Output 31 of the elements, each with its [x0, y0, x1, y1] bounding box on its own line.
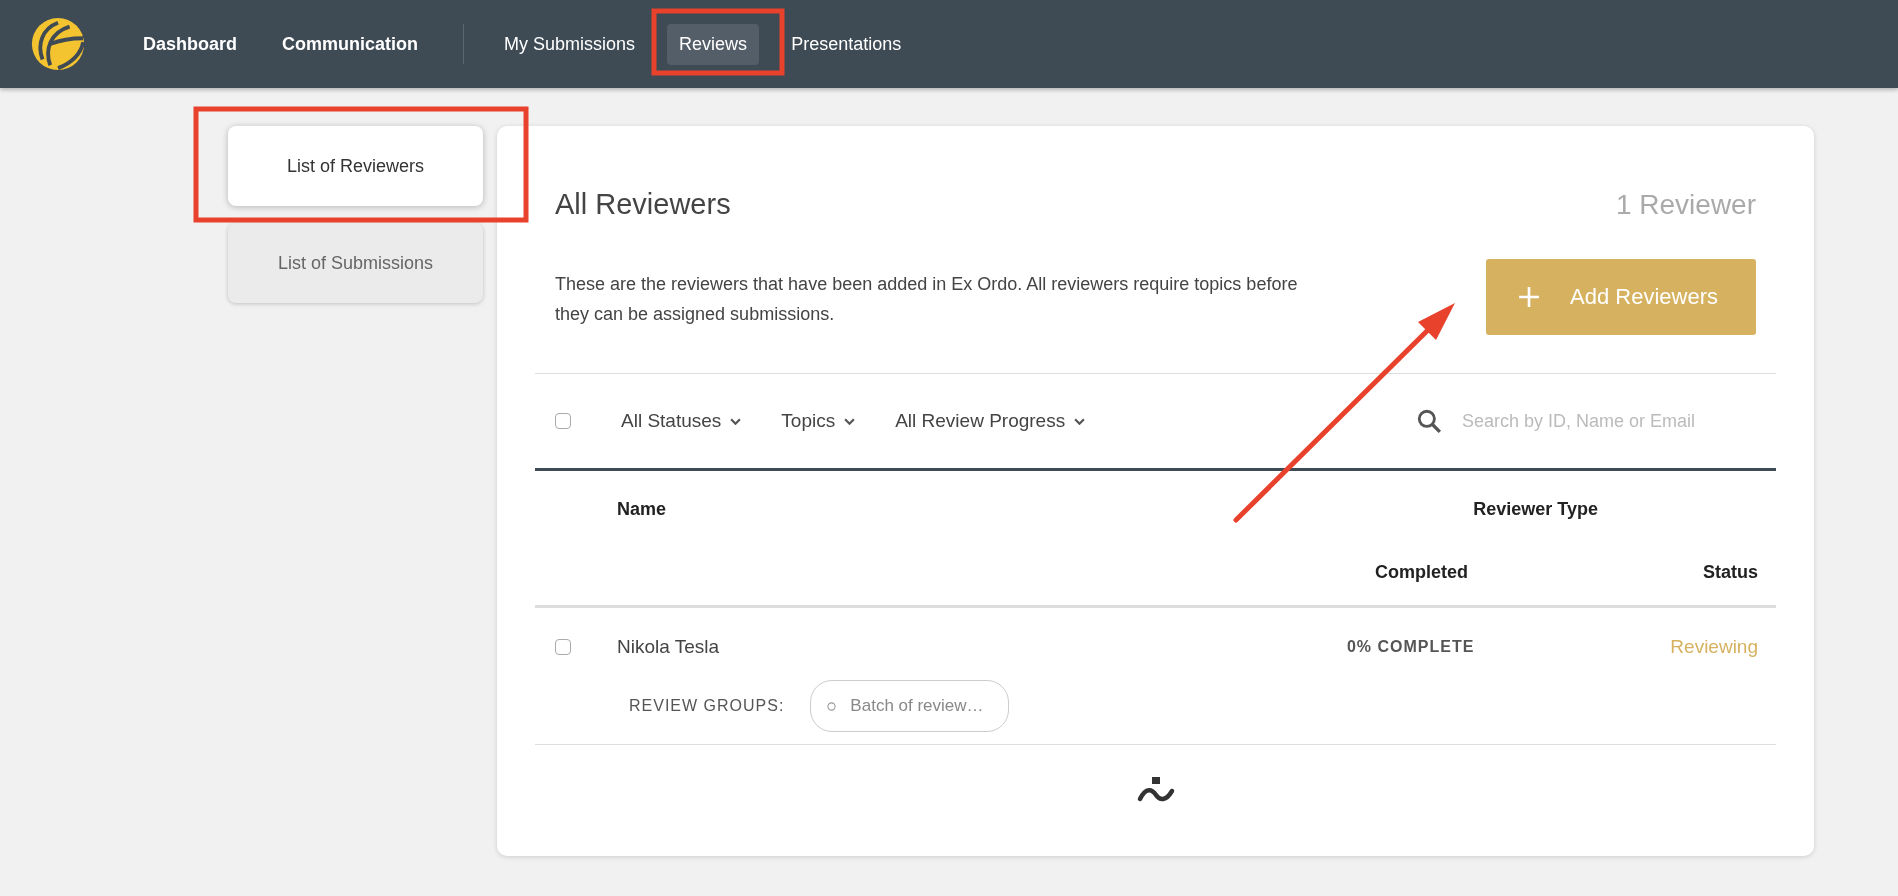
column-header: Name	[617, 499, 667, 520]
reviewer-name: Nikola Tesla	[617, 636, 720, 658]
nav-tab[interactable]: Reviews	[667, 23, 760, 65]
logo-icon[interactable]	[29, 15, 87, 73]
status-text: Reviewing	[1670, 636, 1758, 658]
nav-tab[interactable]: Presentations	[779, 23, 914, 65]
sidebar-tab[interactable]: List of Reviewers	[228, 126, 483, 206]
circle-icon	[827, 701, 837, 711]
filter-dropdown[interactable]: All Review Progress	[895, 410, 1086, 432]
review-group-chip[interactable]: Batch of review…	[810, 680, 1009, 732]
row-checkbox[interactable]	[555, 639, 571, 655]
reviewer-count: 1 Reviewer	[1615, 188, 1756, 221]
panel-title: All Reviewers	[555, 188, 731, 221]
nav-link[interactable]: Communication	[282, 33, 419, 55]
plus-icon	[1518, 286, 1540, 308]
chevron-down-icon	[844, 417, 856, 425]
column-header: Reviewer Type	[1473, 499, 1598, 520]
nav-link[interactable]: Dashboard	[143, 33, 238, 55]
review-groups-label: REVIEW GROUPS:	[629, 697, 785, 715]
chevron-down-icon	[1074, 417, 1086, 425]
filter-dropdown[interactable]: Topics	[781, 410, 856, 432]
select-all-checkbox[interactable]	[555, 413, 571, 429]
column-header: Status	[1703, 562, 1758, 583]
completion-text: 0% COMPLETE	[1346, 638, 1475, 656]
panel-description: These are the reviewers that have been added in Ex Ordo. All reviewers require topics before they can be assigned submissions.	[555, 273, 1299, 326]
filter-dropdown[interactable]: All Statuses	[621, 410, 742, 432]
nav-tab[interactable]: My Submissions	[492, 23, 648, 65]
chevron-down-icon	[730, 417, 742, 425]
sidebar-tab[interactable]: List of Submissions	[228, 223, 483, 303]
search-icon	[1416, 408, 1442, 434]
column-header: Completed	[1374, 562, 1468, 583]
